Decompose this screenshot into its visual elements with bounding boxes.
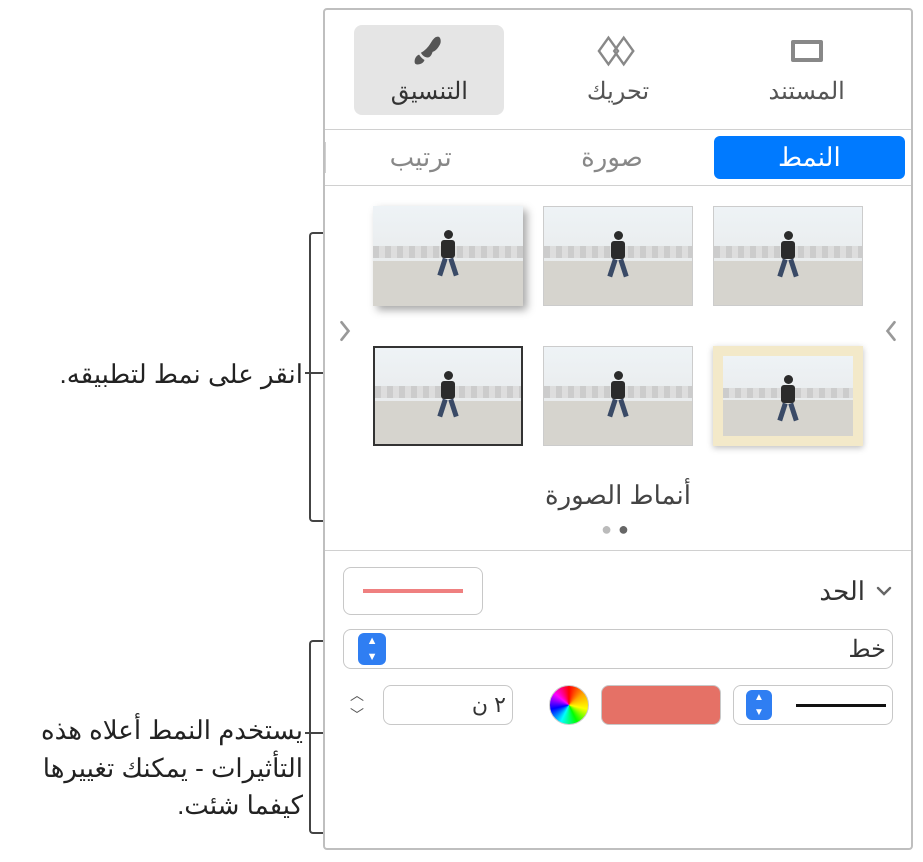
- callout-lead-2: [305, 732, 323, 734]
- style-thumb-5[interactable]: [543, 346, 693, 446]
- border-width-stepper[interactable]: ︿ ﹀: [343, 683, 371, 727]
- color-wheel-button[interactable]: [549, 685, 589, 725]
- border-type-value: خط: [848, 635, 886, 664]
- border-section-title[interactable]: الحد: [819, 576, 893, 607]
- styles-prev-arrow[interactable]: [331, 317, 359, 345]
- style-thumb-4[interactable]: [713, 346, 863, 446]
- sub-tab-bar: النمط صورة ترتيب: [325, 130, 911, 186]
- stepper-up-icon: ︿: [343, 688, 371, 702]
- tab-document-label: المستند: [769, 77, 845, 106]
- top-tab-bar: التنسيق تحريك المستند: [325, 10, 911, 130]
- callout-bracket-2: [309, 640, 323, 834]
- image-styles-section: أنماط الصورة ●●: [325, 186, 911, 551]
- sub-tab-style[interactable]: النمط: [714, 136, 905, 179]
- line-sample-icon: [796, 704, 886, 707]
- styles-pager: ●●: [325, 519, 911, 540]
- callout-bracket-1: [309, 232, 323, 522]
- select-stepper-icon: ▲▼: [746, 690, 772, 720]
- callout-effects: يستخدم النمط أعلاه هذه التأثيرات - يمكنك…: [3, 712, 303, 825]
- tab-format[interactable]: التنسيق: [354, 25, 504, 115]
- border-type-select[interactable]: خط ▲▼: [343, 629, 893, 669]
- sub-tab-image[interactable]: صورة: [516, 130, 707, 185]
- diamond-icon: [597, 33, 639, 69]
- border-width-field[interactable]: ٢ ن: [383, 685, 513, 725]
- document-icon: [786, 33, 828, 69]
- border-section: الحد خط ▲▼ ▲▼ ٢ ن ︿ ﹀: [325, 551, 911, 743]
- style-thumb-2[interactable]: [543, 206, 693, 306]
- tab-format-label: التنسيق: [391, 77, 468, 106]
- sub-tab-arrange[interactable]: ترتيب: [325, 130, 516, 185]
- style-thumbnails: [373, 206, 863, 456]
- border-width-value: ٢ ن: [472, 692, 506, 718]
- border-preview[interactable]: [343, 567, 483, 615]
- chevron-down-icon: [875, 582, 893, 600]
- sub-tab-arrange-label: ترتيب: [390, 142, 452, 173]
- inspector-panel: التنسيق تحريك المستند النمط صورة ترتيب: [323, 8, 913, 850]
- select-stepper-icon: ▲▼: [358, 633, 386, 665]
- image-styles-label: أنماط الصورة: [325, 480, 911, 511]
- stepper-down-icon: ﹀: [343, 708, 371, 722]
- sub-tab-style-label: النمط: [778, 142, 841, 173]
- tab-animate[interactable]: تحريك: [543, 25, 693, 115]
- callout-lead-1: [305, 372, 323, 374]
- tab-document[interactable]: المستند: [732, 25, 882, 115]
- sub-tab-image-label: صورة: [581, 142, 643, 173]
- tab-animate-label: تحريك: [587, 77, 649, 106]
- style-thumb-3[interactable]: [373, 206, 523, 306]
- border-color-swatch[interactable]: [601, 685, 721, 725]
- border-title-text: الحد: [819, 576, 865, 607]
- style-thumb-6[interactable]: [373, 346, 523, 446]
- border-preview-line: [363, 589, 463, 593]
- styles-next-arrow[interactable]: [877, 317, 905, 345]
- style-thumb-1[interactable]: [713, 206, 863, 306]
- callout-apply-style: انقر على نمط لتطبيقه.: [13, 356, 303, 394]
- line-style-select[interactable]: ▲▼: [733, 685, 893, 725]
- brush-icon: [408, 33, 450, 69]
